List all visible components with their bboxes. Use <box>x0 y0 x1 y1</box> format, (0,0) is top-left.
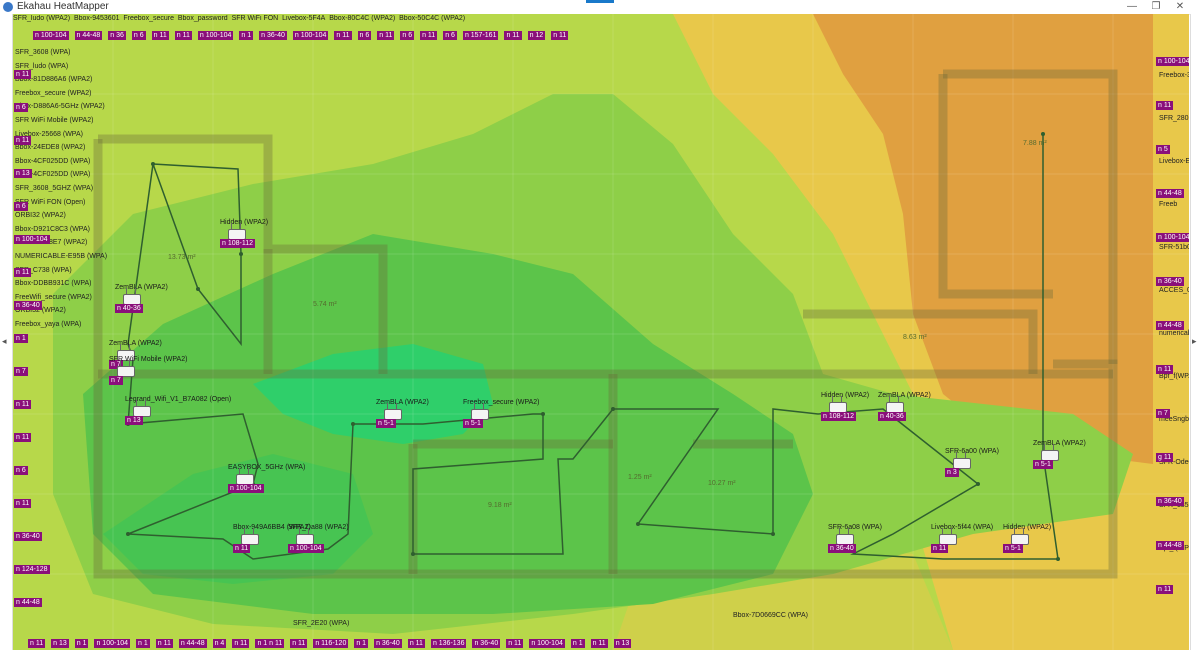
maximize-button[interactable]: ❐ <box>1144 0 1168 14</box>
top-edge-ssids: SFR_ludo (WPA2) Bbox-9453601 Freebox_sec… <box>13 15 466 22</box>
bottom-edge-ssids-2: SFR_2E20 (WPA) <box>293 620 350 627</box>
window-title: Ekahau HeatMapper <box>17 1 109 12</box>
left-panel-strip: ◂ <box>0 14 13 650</box>
bottom-edge-ssids: Bbox-7D0669CC (WPA) <box>733 612 808 619</box>
channel-tag: n 36-40 <box>828 544 856 553</box>
title-bar: Ekahau HeatMapper — ❐ ✕ <box>0 0 1200 15</box>
right-edge-channels: n 100-104 n 11 n 5n 44-48 n 100-104 n 36-40 n… <box>1156 40 1189 612</box>
channel-tag: n 5-1 <box>376 419 396 428</box>
close-button[interactable]: ✕ <box>1168 0 1192 14</box>
room-area-label: 9.18 m² <box>488 502 512 509</box>
channel-tag: n 100-104 <box>288 544 324 553</box>
right-panel-strip: ▸ <box>1190 14 1200 650</box>
room-area-label: 10.27 m² <box>708 480 736 487</box>
channel-tag: n 108-112 <box>220 239 256 248</box>
room-area-label: 13.73 m² <box>168 254 196 261</box>
channel-tag: n 7 <box>109 376 123 385</box>
app-icon <box>3 2 13 12</box>
channel-tag: n 11 <box>233 544 251 553</box>
heatmap-svg <box>13 14 1189 650</box>
minimize-button[interactable]: — <box>1120 0 1144 14</box>
heatmap-canvas[interactable]: 13.73 m² 5.74 m² 7.88 m² 8.63 m² 9.18 m²… <box>13 14 1189 650</box>
room-area-label: 1.25 m² <box>628 474 652 481</box>
channel-tag: n 13 <box>125 416 143 425</box>
channel-tag: n 11 <box>931 544 949 553</box>
channel-tag: n 100-104 <box>228 484 264 493</box>
channel-tag: n 108-112 <box>821 412 857 421</box>
channel-tag: n 5-1 <box>463 419 483 428</box>
title-accent <box>586 0 614 3</box>
room-area-label: 7.88 m² <box>1023 140 1047 147</box>
collapse-right-icon[interactable]: ▸ <box>1192 336 1197 347</box>
room-area-label: 5.74 m² <box>313 301 337 308</box>
top-edge-channels: n 100-104 n 44-48 n 36 n 6n 11 n 11 n 100-104… <box>33 31 569 40</box>
channel-tag: n 3 <box>945 468 959 477</box>
collapse-left-icon[interactable]: ◂ <box>2 336 7 347</box>
channel-tag: n 40-36 <box>115 304 143 313</box>
channel-tag: n 40-36 <box>878 412 906 421</box>
bottom-edge-channels: n 11 n 13 n 1n 100-104 n 1n 11 n 44-48 n 4n 1… <box>28 639 632 648</box>
channel-tag: n 5-1 <box>1003 544 1023 553</box>
room-area-label: 8.63 m² <box>903 334 927 341</box>
left-edge-channels: n 11 n 6n 11 n 13 n 6n 100-104 n 11 n 36-40 n … <box>14 70 50 607</box>
channel-tag: n 5-1 <box>1033 460 1053 469</box>
